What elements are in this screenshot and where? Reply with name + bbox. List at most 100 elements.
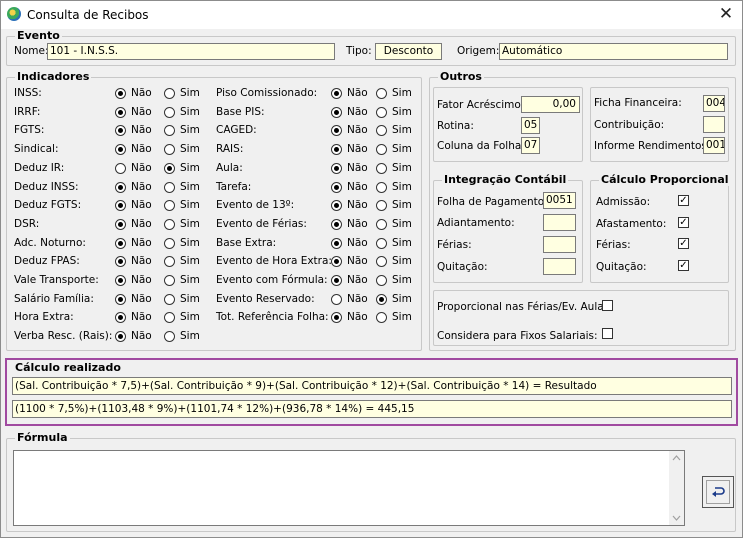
indicador-left-4-sim-radio[interactable] [164, 163, 175, 174]
quitacao-field[interactable] [543, 258, 576, 275]
indicador-left-9-nao-radio[interactable] [115, 256, 126, 267]
informe-label: Informe Rendimentos: [594, 140, 711, 152]
indicador-left-11-nao-label: Não [131, 293, 152, 305]
indicador-right-6-sim-radio[interactable] [376, 200, 387, 211]
app-icon [7, 7, 21, 21]
indicador-right-11-sim-radio[interactable] [376, 294, 387, 305]
ficha-field[interactable]: 004 [703, 95, 725, 112]
indicador-right-0-sim-label: Sim [392, 87, 412, 99]
indicador-left-9-label: Deduz FPAS: [14, 255, 80, 267]
indicador-right-0-nao-radio[interactable] [331, 88, 342, 99]
calculo-result-field[interactable]: (1100 * 7,5%)+(1103,48 * 9%)+(1101,74 * … [12, 400, 732, 418]
indicador-right-4-label: Aula: [216, 162, 243, 174]
indicador-right-3-nao-radio[interactable] [331, 144, 342, 155]
indicador-left-3-nao-radio[interactable] [115, 144, 126, 155]
close-button[interactable]: ✕ [713, 3, 739, 25]
indicador-left-2-nao-radio[interactable] [115, 125, 126, 136]
folha-label: Folha de Pagamento: [437, 196, 548, 208]
indicador-left-0-sim-radio[interactable] [164, 88, 175, 99]
afastamento-label: Afastamento: [596, 218, 667, 230]
afastamento-checkbox[interactable]: ✓ [678, 217, 689, 228]
indicador-right-1-nao-radio[interactable] [331, 107, 342, 118]
undo-button[interactable] [702, 476, 734, 508]
indicador-right-6-nao-radio[interactable] [331, 200, 342, 211]
formula-scrollbar[interactable] [669, 451, 684, 525]
indicador-left-7-sim-radio[interactable] [164, 219, 175, 230]
indicador-left-1-sim-radio[interactable] [164, 107, 175, 118]
formula-legend: Fórmula [15, 431, 70, 444]
indicador-right-12-sim-radio[interactable] [376, 312, 387, 323]
prop-ferias-checkbox[interactable]: ✓ [678, 238, 689, 249]
rotina-field[interactable]: 05 [521, 117, 540, 134]
indicador-left-8-sim-radio[interactable] [164, 238, 175, 249]
indicador-right-5-nao-radio[interactable] [331, 182, 342, 193]
indicador-right-8-sim-radio[interactable] [376, 238, 387, 249]
indicador-right-2-nao-radio[interactable] [331, 125, 342, 136]
indicador-left-9-sim-radio[interactable] [164, 256, 175, 267]
indicador-right-1-sim-radio[interactable] [376, 107, 387, 118]
indicador-left-10-nao-radio[interactable] [115, 275, 126, 286]
indicador-left-5-nao-radio[interactable] [115, 182, 126, 193]
indicador-right-7-nao-radio[interactable] [331, 219, 342, 230]
indicador-right-10-nao-radio[interactable] [331, 275, 342, 286]
quitacao-label: Quitação: [437, 261, 488, 273]
indicador-left-3-label: Sindical: [14, 143, 59, 155]
indicador-left-6-sim-radio[interactable] [164, 200, 175, 211]
indicador-right-2-sim-radio[interactable] [376, 125, 387, 136]
indicador-right-5-label: Tarefa: [216, 181, 252, 193]
indicador-left-4-nao-radio[interactable] [115, 163, 126, 174]
indicador-left-0-label: INSS: [14, 87, 42, 99]
fixos-salariais-checkbox[interactable] [602, 328, 613, 339]
indicador-left-13-nao-radio[interactable] [115, 331, 126, 342]
indicador-right-11-nao-radio[interactable] [331, 294, 342, 305]
admissao-checkbox[interactable]: ✓ [678, 195, 689, 206]
indicador-left-13-sim-radio[interactable] [164, 331, 175, 342]
calculo-formula-field[interactable]: (Sal. Contribuição * 7,5)+(Sal. Contribu… [12, 377, 732, 395]
indicador-left-11-nao-radio[interactable] [115, 294, 126, 305]
indicador-right-3-sim-radio[interactable] [376, 144, 387, 155]
indicador-left-12-sim-radio[interactable] [164, 312, 175, 323]
indicador-left-0-nao-radio[interactable] [115, 88, 126, 99]
indicador-right-10-sim-radio[interactable] [376, 275, 387, 286]
indicador-left-5-sim-radio[interactable] [164, 182, 175, 193]
indicador-left-11-sim-label: Sim [180, 293, 200, 305]
ferias-field[interactable] [543, 236, 576, 253]
calculo-legend: Cálculo realizado [15, 361, 121, 374]
indicador-right-4-sim-radio[interactable] [376, 163, 387, 174]
indicador-right-12-label: Tot. Referência Folha: [216, 311, 329, 323]
proporcional-legend: Cálculo Proporcional [599, 173, 731, 186]
contribuicao-field[interactable] [703, 116, 725, 133]
indicador-left-2-sim-radio[interactable] [164, 125, 175, 136]
indicador-left-7-nao-radio[interactable] [115, 219, 126, 230]
coluna-field[interactable]: 07 [521, 137, 540, 154]
indicador-right-7-sim-radio[interactable] [376, 219, 387, 230]
indicador-right-9-nao-radio[interactable] [331, 256, 342, 267]
indicador-right-0-sim-radio[interactable] [376, 88, 387, 99]
prop-quitacao-checkbox[interactable]: ✓ [678, 260, 689, 271]
prop-ferias-aula-checkbox[interactable] [602, 300, 613, 311]
indicador-right-9-sim-radio[interactable] [376, 256, 387, 267]
folha-field[interactable]: 0051 [543, 192, 576, 209]
indicador-right-2-label: CAGED: [216, 124, 257, 136]
indicador-left-8-nao-radio[interactable] [115, 238, 126, 249]
indicador-right-12-nao-radio[interactable] [331, 312, 342, 323]
indicador-left-12-nao-radio[interactable] [115, 312, 126, 323]
fator-field[interactable]: 0,00 [521, 96, 580, 113]
indicador-left-1-nao-radio[interactable] [115, 107, 126, 118]
indicador-left-3-sim-radio[interactable] [164, 144, 175, 155]
indicador-left-10-sim-radio[interactable] [164, 275, 175, 286]
indicador-right-4-nao-radio[interactable] [331, 163, 342, 174]
nome-field[interactable]: 101 - I.N.S.S. [47, 43, 335, 60]
origem-field[interactable]: Automático [499, 43, 728, 60]
informe-field[interactable]: 001 [703, 137, 725, 154]
indicador-right-11-label: Evento Reservado: [216, 293, 315, 305]
indicador-left-11-sim-radio[interactable] [164, 294, 175, 305]
indicador-left-6-nao-radio[interactable] [115, 200, 126, 211]
adiantamento-field[interactable] [543, 214, 576, 231]
contribuicao-label: Contribuição: [594, 119, 665, 131]
tipo-field[interactable]: Desconto [375, 43, 442, 60]
indicador-right-7-nao-label: Não [347, 218, 368, 230]
indicador-right-8-nao-radio[interactable] [331, 238, 342, 249]
indicador-right-5-sim-radio[interactable] [376, 182, 387, 193]
formula-textarea[interactable] [13, 450, 685, 526]
